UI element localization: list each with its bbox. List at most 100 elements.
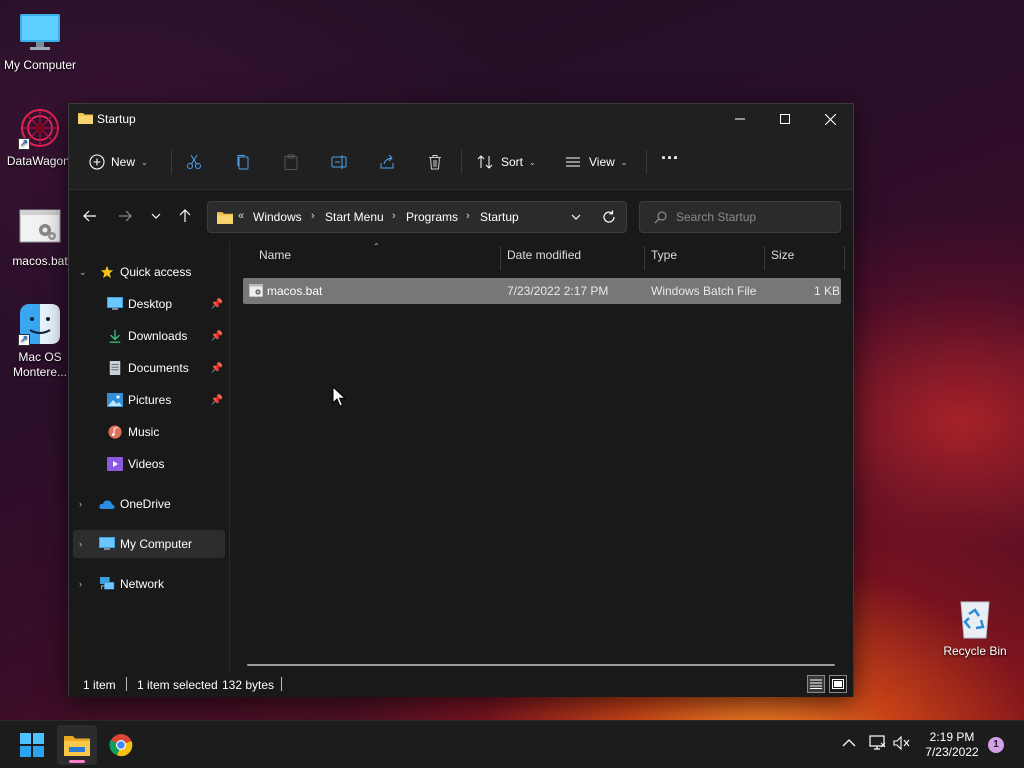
nav-label: Pictures: [128, 393, 172, 407]
breadcrumb-programs[interactable]: Programs: [406, 210, 458, 224]
details-view-button[interactable]: [807, 675, 825, 693]
plus-circle-icon: [89, 154, 105, 170]
address-bar[interactable]: « Windows › Start Menu › Programs › Star…: [207, 201, 627, 233]
details-view-icon: [810, 679, 822, 689]
forward-button[interactable]: [113, 204, 137, 228]
up-button[interactable]: [173, 204, 197, 228]
nav-item-documents[interactable]: Documents 📌: [69, 354, 225, 382]
nav-label: Quick access: [120, 265, 192, 279]
nav-item-quick-access[interactable]: ⌄ Quick access: [69, 258, 225, 286]
column-divider[interactable]: [644, 246, 645, 270]
file-explorer-window[interactable]: Startup New ⌄ Sort ⌄ View ⌄ ··· « Window…: [68, 103, 854, 697]
paste-button[interactable]: [283, 150, 299, 174]
delete-button[interactable]: [427, 150, 443, 174]
file-list-pane[interactable]: ⌃ Name Date modified Type Size macos.bat…: [243, 242, 845, 672]
column-header-date[interactable]: Date modified: [507, 248, 581, 272]
recent-locations-button[interactable]: [144, 204, 168, 228]
finder-icon: ↗: [18, 302, 62, 346]
tray-overflow-chevron-icon[interactable]: [842, 735, 856, 751]
chevron-right-icon[interactable]: ›: [79, 539, 82, 549]
trash-icon: [429, 155, 441, 170]
cloud-icon: [99, 500, 115, 509]
pin-icon: 📌: [210, 298, 223, 310]
search-input[interactable]: [676, 209, 836, 225]
music-icon: [108, 425, 122, 439]
cut-button[interactable]: [186, 150, 202, 174]
breadcrumb-start-menu[interactable]: Start Menu: [325, 210, 384, 224]
close-button[interactable]: [807, 104, 853, 134]
view-lines-icon: [566, 157, 580, 167]
nav-item-music[interactable]: Music: [69, 418, 225, 446]
command-bar: New ⌄ Sort ⌄ View ⌄ ···: [69, 134, 853, 190]
file-type: Windows Batch File: [651, 284, 757, 298]
chrome-icon: [109, 734, 133, 757]
view-label: View: [589, 155, 615, 169]
network-status-icon[interactable]: [869, 735, 887, 754]
sort-button[interactable]: Sort ⌄: [477, 150, 536, 174]
batch-file-icon: [18, 208, 62, 252]
back-button[interactable]: [78, 204, 102, 228]
column-divider[interactable]: [764, 246, 765, 270]
refresh-icon[interactable]: [602, 210, 616, 224]
more-dots-icon: ···: [661, 147, 679, 168]
new-button[interactable]: New ⌄: [89, 150, 148, 174]
file-name: macos.bat: [267, 284, 323, 298]
desktop-icon-recycle-bin[interactable]: Recycle Bin: [935, 596, 1015, 658]
taskbar-file-explorer[interactable]: [57, 725, 97, 765]
rename-button[interactable]: [331, 150, 347, 174]
nav-item-pictures[interactable]: Pictures 📌: [69, 386, 225, 414]
maximize-button[interactable]: [762, 104, 808, 134]
toolbar-divider: [461, 150, 462, 174]
selection-count: 1 item selected: [137, 678, 218, 692]
status-divider: [281, 677, 282, 691]
new-label: New: [111, 155, 136, 169]
column-header-name[interactable]: Name: [259, 248, 291, 272]
nav-item-desktop[interactable]: Desktop 📌: [69, 290, 225, 318]
chevron-down-icon[interactable]: [570, 213, 582, 223]
search-box[interactable]: [639, 201, 841, 233]
overflow-chevron-icon[interactable]: «: [238, 210, 244, 222]
nav-label: Documents: [128, 361, 189, 375]
nav-item-downloads[interactable]: Downloads 📌: [69, 322, 225, 350]
nav-item-my-computer[interactable]: › My Computer: [73, 530, 225, 558]
column-header-type[interactable]: Type: [651, 248, 677, 272]
column-divider[interactable]: [500, 246, 501, 270]
nav-item-network[interactable]: › Network: [69, 570, 225, 598]
breadcrumb-startup[interactable]: Startup: [480, 210, 519, 224]
breadcrumb-windows[interactable]: Windows: [253, 210, 302, 224]
recycle-bin-icon: [953, 596, 997, 640]
notification-badge[interactable]: 1: [988, 737, 1004, 753]
pin-icon: 📌: [210, 330, 223, 342]
chevron-right-icon[interactable]: ›: [79, 499, 82, 509]
breadcrumb-separator-icon: ›: [392, 210, 396, 222]
copy-button[interactable]: [235, 150, 251, 174]
desktop-icon-my-computer[interactable]: My Computer: [0, 10, 80, 72]
column-header-size[interactable]: Size: [771, 248, 794, 272]
minimize-icon: [735, 118, 745, 120]
horizontal-scrollbar[interactable]: [247, 664, 835, 666]
nav-label: OneDrive: [120, 497, 171, 511]
nav-item-videos[interactable]: Videos: [69, 450, 225, 478]
search-icon: [654, 211, 667, 224]
minimize-button[interactable]: [717, 104, 763, 134]
taskbar-chrome[interactable]: [101, 725, 141, 765]
nav-item-onedrive[interactable]: › OneDrive: [69, 490, 225, 518]
document-icon: [109, 361, 121, 375]
pin-icon: 📌: [210, 362, 223, 374]
file-row[interactable]: macos.bat 7/23/2022 2:17 PM Windows Batc…: [243, 278, 841, 304]
share-button[interactable]: [379, 150, 395, 174]
tiles-view-button[interactable]: [829, 675, 847, 693]
more-options-button[interactable]: ···: [661, 146, 679, 170]
clock-date: 7/23/2022: [925, 745, 979, 759]
taskbar-clock[interactable]: 2:19 PM 7/23/2022: [916, 730, 988, 760]
chevron-down-icon[interactable]: ⌄: [79, 267, 87, 278]
view-button[interactable]: View ⌄: [565, 150, 628, 174]
toolbar-divider: [171, 150, 172, 174]
start-button[interactable]: [12, 725, 52, 765]
chevron-right-icon[interactable]: ›: [79, 579, 82, 589]
column-divider[interactable]: [844, 246, 845, 270]
rename-icon: [331, 155, 347, 169]
batch-file-icon: [249, 284, 263, 297]
speaker-muted-icon[interactable]: [893, 735, 911, 754]
title-bar[interactable]: Startup: [69, 104, 853, 134]
